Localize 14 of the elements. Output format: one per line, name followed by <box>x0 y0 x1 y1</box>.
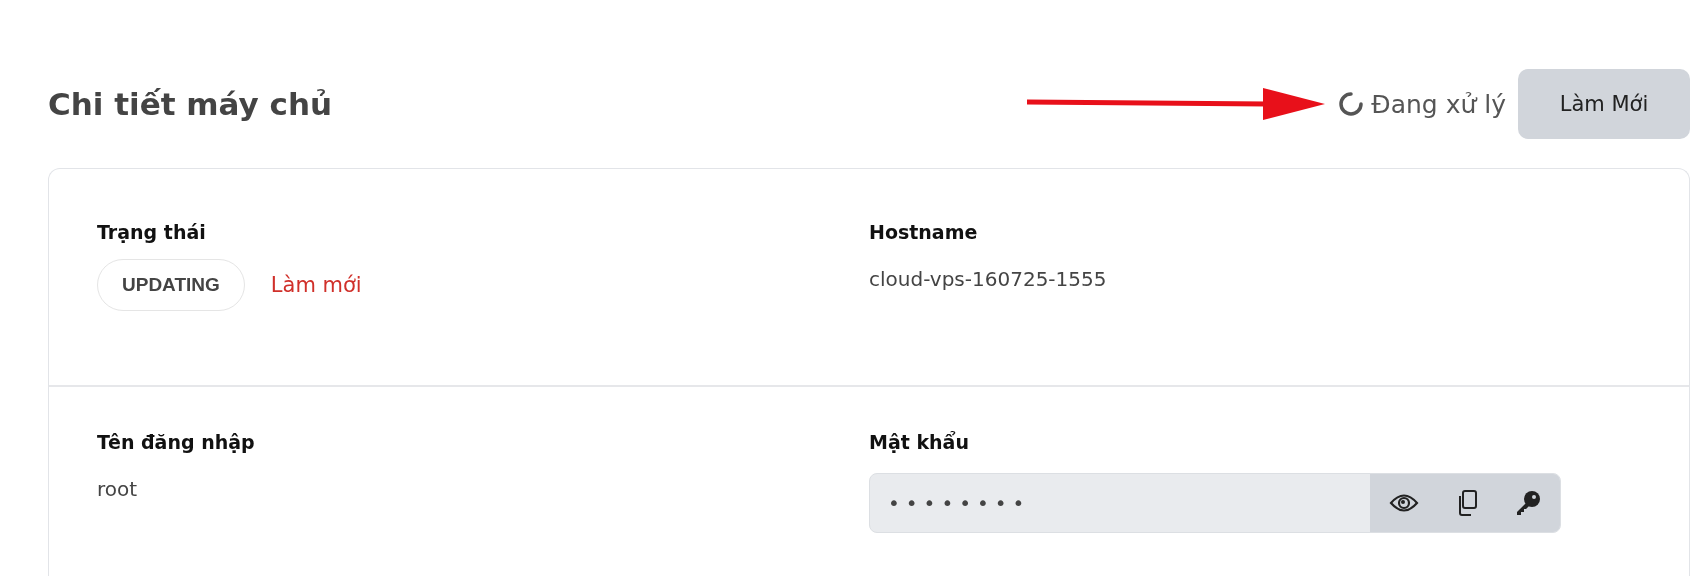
password-field[interactable]: •••••••• <box>869 473 1561 533</box>
field-value: cloud-vps-160725-1555 <box>869 267 1107 291</box>
refresh-button[interactable]: Làm Mới <box>1518 69 1690 139</box>
copy-icon[interactable] <box>1456 490 1478 516</box>
refresh-link[interactable]: Làm mới <box>270 273 362 297</box>
field-label: Trạng thái <box>97 221 206 243</box>
eye-icon[interactable] <box>1388 492 1419 514</box>
field-value: root <box>97 477 138 501</box>
key-icon[interactable] <box>1515 490 1542 516</box>
page-title: Chi tiết máy chủ <box>48 86 333 122</box>
field-label: Hostname <box>869 221 978 243</box>
field-label: Tên đăng nhập <box>97 431 255 453</box>
field-label: Mật khẩu <box>869 431 969 453</box>
processing-status: Đang xử lý <box>1371 89 1506 119</box>
